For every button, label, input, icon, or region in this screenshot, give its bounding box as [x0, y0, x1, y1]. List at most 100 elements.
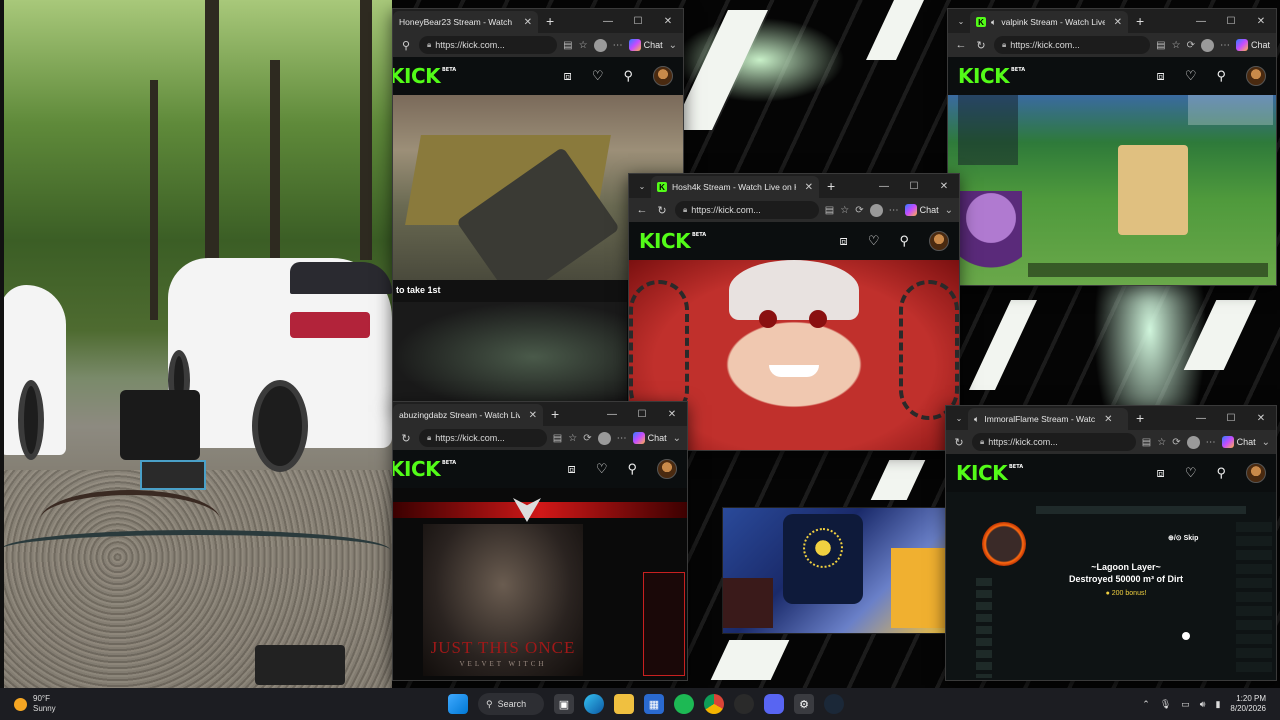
steam-icon[interactable]: [824, 694, 844, 714]
spotify-icon[interactable]: [674, 694, 694, 714]
reader-icon[interactable]: ▤: [1142, 437, 1151, 448]
reader-icon[interactable]: ▤: [563, 40, 572, 51]
search-icon[interactable]: ⚲: [899, 233, 909, 249]
user-avatar[interactable]: [929, 231, 949, 251]
clock[interactable]: 1:20 PM 8/20/2026: [1230, 694, 1266, 714]
skip-button[interactable]: ⊕/⊙ Skip: [1168, 534, 1198, 542]
reader-icon[interactable]: ▤: [1156, 40, 1165, 51]
browse-icon[interactable]: ⧈: [1157, 465, 1165, 481]
chrome-icon[interactable]: [704, 694, 724, 714]
more-menu-icon[interactable]: ⋯: [889, 205, 899, 216]
following-heart-icon[interactable]: ♡: [596, 461, 608, 477]
copilot-chat-button[interactable]: Chat: [632, 432, 667, 444]
new-tab-button[interactable]: +: [827, 178, 835, 194]
stream-player[interactable]: JUST THIS ONCE VELVET WITCH: [393, 488, 687, 680]
more-menu-icon[interactable]: ⋯: [1220, 40, 1230, 51]
favorite-star-icon[interactable]: ☆: [579, 40, 588, 51]
volume-icon[interactable]: 🔊︎: [1200, 699, 1206, 710]
refresh-icon[interactable]: ↻: [655, 204, 669, 217]
search-icon[interactable]: ⚲: [1216, 465, 1226, 481]
windows-start-icon[interactable]: [448, 694, 468, 714]
browser-window-abuzingdabz[interactable]: abuzingdabz Stream - Watch Live ✕ + — ☐ …: [392, 401, 688, 681]
tab-immoralflame[interactable]: 🔈︎ ImmoralFlame Stream - Watc ✕: [968, 408, 1128, 430]
chevron-down-icon[interactable]: ⌄: [1262, 437, 1270, 448]
app-icon[interactable]: [734, 694, 754, 714]
new-tab-button[interactable]: +: [1136, 13, 1144, 29]
settings-gear-icon[interactable]: ⚙: [794, 694, 814, 714]
user-avatar[interactable]: [1246, 66, 1266, 86]
minimize-button[interactable]: —: [597, 409, 627, 420]
more-menu-icon[interactable]: ⋯: [613, 40, 623, 51]
copilot-chat-button[interactable]: Chat: [904, 204, 939, 216]
search-icon[interactable]: ⚲: [623, 68, 633, 84]
weather-widget[interactable]: 90°F Sunny: [0, 694, 200, 714]
close-button[interactable]: ✕: [1246, 16, 1276, 27]
browse-icon[interactable]: ⧈: [568, 461, 576, 477]
tab-close-icon[interactable]: ✕: [805, 182, 813, 193]
copilot-chat-button[interactable]: Chat: [628, 39, 663, 51]
following-heart-icon[interactable]: ♡: [1185, 465, 1197, 481]
favorite-star-icon[interactable]: ☆: [568, 433, 577, 444]
new-tab-button[interactable]: +: [551, 406, 559, 422]
minimize-button[interactable]: —: [1186, 413, 1216, 424]
stream-player[interactable]: ~Lagoon Layer~ Destroyed 50000 m³ of Dir…: [946, 492, 1276, 680]
taskbar-search[interactable]: ⚲ Search: [478, 693, 544, 715]
tab-abuzingdabz[interactable]: abuzingdabz Stream - Watch Live ✕: [393, 404, 543, 426]
back-arrow-icon[interactable]: ←: [954, 39, 968, 51]
mute-icon[interactable]: 🔈︎: [974, 414, 979, 425]
close-button[interactable]: ✕: [657, 409, 687, 420]
tab-list-chevron-icon[interactable]: ⌄: [633, 182, 651, 191]
new-tab-button[interactable]: +: [546, 13, 554, 29]
reader-icon[interactable]: ▤: [553, 433, 562, 444]
chevron-up-icon[interactable]: ⌃: [1142, 699, 1150, 710]
reader-icon[interactable]: ▤: [825, 205, 834, 216]
profile-avatar[interactable]: [597, 431, 611, 445]
maximize-button[interactable]: ☐: [1216, 413, 1246, 424]
search-icon[interactable]: ⚲: [627, 461, 637, 477]
maximize-button[interactable]: ☐: [627, 409, 657, 420]
tab-close-icon[interactable]: ✕: [1114, 17, 1122, 28]
battery-icon[interactable]: ▮: [1215, 699, 1220, 710]
new-tab-button[interactable]: +: [1136, 410, 1144, 426]
tab-honeybear23[interactable]: HoneyBear23 Stream - Watch Live ✕: [393, 11, 538, 33]
refresh-icon[interactable]: ↻: [399, 432, 413, 445]
extensions-icon[interactable]: ⟳: [855, 205, 863, 216]
maximize-button[interactable]: ☐: [1216, 16, 1246, 27]
tab-close-icon[interactable]: ✕: [524, 17, 532, 28]
maximize-button[interactable]: ☐: [623, 16, 653, 27]
browser-window-valpink[interactable]: ⌄ K 🔈︎ valpink Stream - Watch Live o ✕ +…: [947, 8, 1277, 286]
browse-icon[interactable]: ⧈: [564, 68, 572, 84]
tab-list-chevron-icon[interactable]: ⌄: [952, 17, 970, 26]
store-icon[interactable]: ▦: [644, 694, 664, 714]
task-view-icon[interactable]: ▣: [554, 694, 574, 714]
url-field[interactable]: 🔒︎ https://kick.com...: [675, 201, 819, 219]
site-info-icon[interactable]: ⚲: [399, 39, 413, 52]
url-field[interactable]: 🔒︎ https://kick.com...: [419, 36, 558, 54]
tab-valpink[interactable]: K 🔈︎ valpink Stream - Watch Live o ✕: [970, 11, 1128, 33]
chevron-down-icon[interactable]: ⌄: [673, 433, 681, 444]
stream-player[interactable]: [948, 95, 1276, 285]
tab-hosh4k[interactable]: K Hosh4k Stream - Watch Live on K ✕: [651, 176, 819, 198]
copilot-chat-button[interactable]: Chat: [1221, 436, 1256, 448]
display-icon[interactable]: ▭: [1181, 699, 1190, 710]
refresh-icon[interactable]: ↻: [974, 39, 988, 52]
following-heart-icon[interactable]: ♡: [592, 68, 604, 84]
profile-avatar[interactable]: [593, 38, 607, 52]
file-explorer-icon[interactable]: [614, 694, 634, 714]
profile-avatar[interactable]: [869, 203, 883, 217]
user-avatar[interactable]: [657, 459, 677, 479]
refresh-icon[interactable]: ↻: [952, 436, 966, 449]
tab-list-chevron-icon[interactable]: ⌄: [950, 414, 968, 423]
chevron-down-icon[interactable]: ⌄: [669, 40, 677, 51]
more-menu-icon[interactable]: ⋯: [1206, 437, 1216, 448]
chevron-down-icon[interactable]: ⌄: [945, 205, 953, 216]
user-avatar[interactable]: [653, 66, 673, 86]
more-menu-icon[interactable]: ⋯: [617, 433, 627, 444]
kick-logo[interactable]: KICK BETA: [958, 64, 1025, 88]
minimize-button[interactable]: —: [869, 181, 899, 192]
favorite-star-icon[interactable]: ☆: [1172, 40, 1181, 51]
copilot-chat-button[interactable]: Chat: [1235, 39, 1270, 51]
back-arrow-icon[interactable]: ←: [635, 204, 649, 216]
url-field[interactable]: 🔒︎ https://kick.com...: [972, 433, 1136, 451]
extensions-icon[interactable]: ⟳: [583, 433, 591, 444]
